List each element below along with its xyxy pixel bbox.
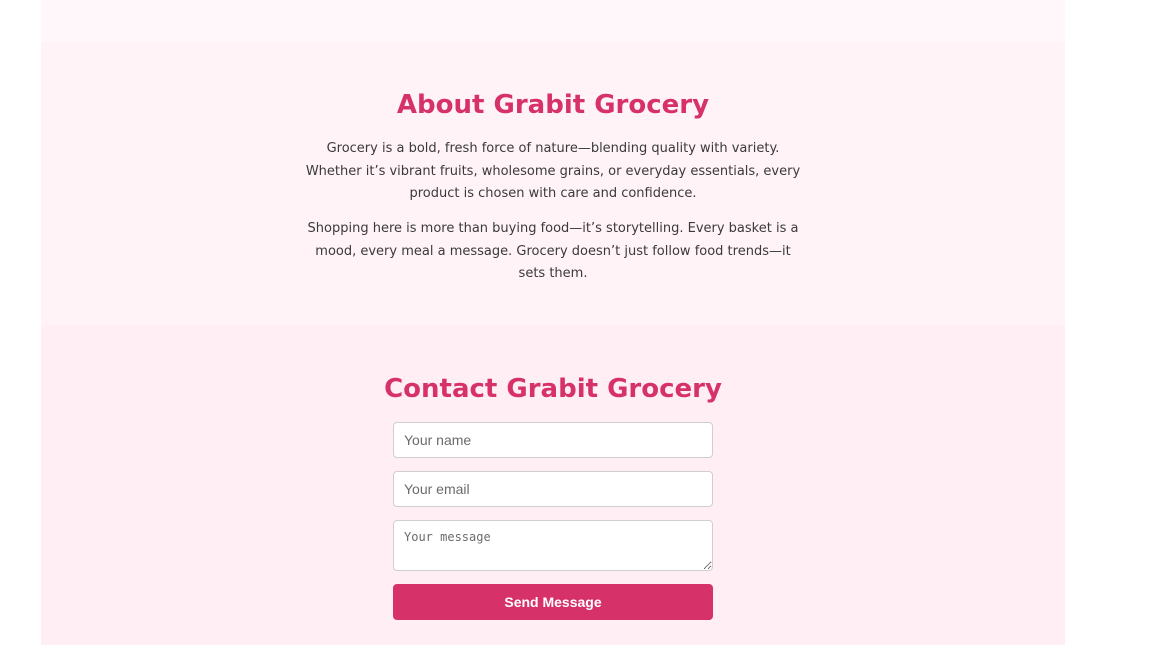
message-textarea[interactable] (393, 520, 713, 571)
page: About Grabit Grocery Grocery is a bold, … (0, 0, 1165, 665)
about-section: About Grabit Grocery Grocery is a bold, … (41, 42, 1065, 325)
about-title: About Grabit Grocery (396, 90, 710, 120)
top-section-strip (41, 0, 1065, 42)
send-message-button[interactable]: Send Message (393, 584, 713, 620)
email-input[interactable] (393, 471, 713, 507)
contact-title: Contact Grabit Grocery (384, 374, 722, 404)
about-paragraph-2: Shopping here is more than buying food—i… (307, 221, 799, 281)
name-input[interactable] (393, 422, 713, 458)
contact-section: Contact Grabit Grocery Send Message (41, 325, 1065, 645)
about-paragraph-1: Grocery is a bold, fresh force of nature… (305, 141, 801, 201)
